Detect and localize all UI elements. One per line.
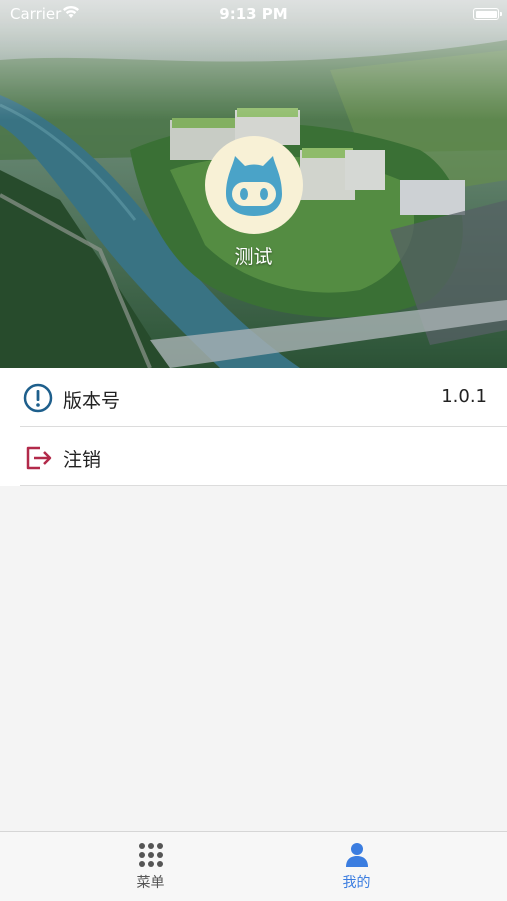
status-bar: Carrier 9:13 PM (0, 0, 507, 28)
logout-label: 注销 (63, 449, 102, 471)
settings-list: 版本号 1.0.1 注销 (0, 368, 507, 486)
logout-row[interactable]: 注销 (20, 427, 507, 486)
profile-header: Carrier 9:13 PM 测试 (0, 0, 507, 368)
cat-avatar-icon[interactable] (205, 136, 303, 234)
person-icon (345, 843, 368, 867)
info-circle-icon (23, 383, 53, 413)
version-label: 版本号 (63, 390, 121, 412)
battery-icon (473, 8, 502, 20)
user-name: 测试 (234, 246, 273, 268)
tab-mine[interactable]: 我的 (230, 832, 483, 901)
tab-bar: 菜单 我的 (0, 831, 507, 901)
version-row[interactable]: 版本号 1.0.1 (20, 368, 507, 427)
version-value: 1.0.1 (441, 386, 487, 407)
logout-icon (26, 446, 52, 470)
tab-mine-label: 我的 (342, 875, 371, 891)
clock-time: 9:13 PM (219, 5, 288, 23)
grid-dots-icon (138, 843, 163, 867)
